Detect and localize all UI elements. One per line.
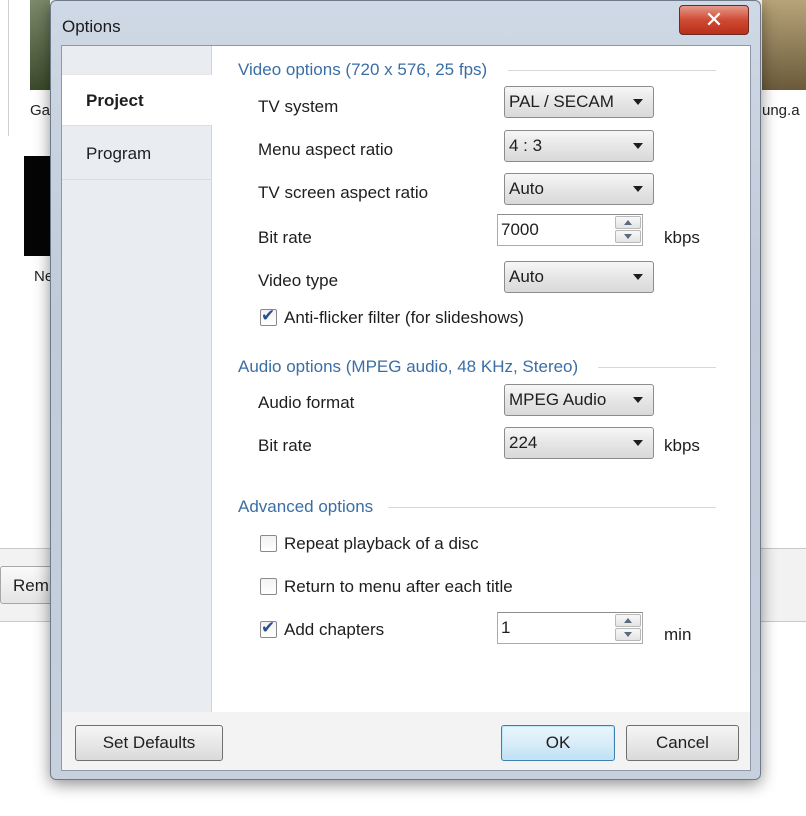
chapter-interval-unit: min (664, 625, 692, 644)
arrow-down-icon (624, 632, 632, 637)
options-sidebar: Project Program (62, 46, 212, 712)
repeat-playback-checkbox[interactable] (260, 535, 277, 552)
tv-system-value: PAL / SECAM (509, 92, 614, 111)
chevron-down-icon (633, 440, 643, 446)
chapter-interval-value: 1 (501, 618, 511, 637)
tv-system-dropdown[interactable]: PAL / SECAM (504, 86, 654, 118)
tv-screen-aspect-value: Auto (509, 179, 544, 198)
sidebar-item-label: Program (86, 144, 152, 163)
video-bitrate-spinner[interactable]: 7000 (497, 214, 643, 246)
video-type-dropdown[interactable]: Auto (504, 261, 654, 293)
advanced-section-title: Advanced options (238, 497, 374, 516)
checkmark-icon: ✔ (261, 618, 276, 637)
menu-aspect-label: Menu aspect ratio (258, 140, 394, 159)
tv-screen-aspect-dropdown[interactable]: Auto (504, 173, 654, 205)
add-chapters-label: Add chapters (284, 620, 385, 639)
thumbnail-image (762, 0, 806, 90)
audio-format-value: MPEG Audio (509, 390, 607, 409)
audio-format-label: Audio format (258, 393, 355, 412)
sidebar-item-project[interactable]: Project (62, 74, 212, 126)
section-divider (508, 70, 716, 71)
sidebar-divider (62, 179, 212, 180)
menu-aspect-value: 4 : 3 (509, 136, 543, 155)
sidebar-item-program[interactable]: Program (62, 128, 212, 180)
repeat-playback-label: Repeat playback of a disc (284, 534, 479, 553)
audio-format-dropdown[interactable]: MPEG Audio (504, 384, 654, 416)
video-section-title: Video options (720 x 576, 25 fps) (238, 60, 488, 79)
chevron-down-icon (633, 397, 643, 403)
tv-system-label: TV system (258, 97, 339, 116)
chevron-down-icon (633, 143, 643, 149)
options-content: Video options (720 x 576, 25 fps) TV sys… (212, 46, 750, 712)
arrow-up-icon (624, 618, 632, 623)
audio-section-title: Audio options (MPEG audio, 48 KHz, Stere… (238, 357, 579, 376)
video-type-label: Video type (258, 271, 339, 290)
arrow-down-icon (624, 234, 632, 239)
audio-bitrate-value: 224 (509, 433, 538, 452)
chevron-down-icon (633, 99, 643, 105)
ok-button[interactable]: OK (501, 725, 615, 761)
decrement-button[interactable] (615, 628, 641, 641)
thumbnail-label: Ga (30, 102, 51, 119)
audio-bitrate-dropdown[interactable]: 224 (504, 427, 654, 459)
section-divider (598, 367, 716, 368)
thumbnail-label: ung.a (762, 102, 800, 119)
anti-flicker-checkbox[interactable]: ✔ (260, 306, 277, 326)
chevron-down-icon (633, 274, 643, 280)
checkmark-icon: ✔ (261, 306, 276, 325)
dialog-title: Options (62, 17, 121, 36)
dialog-client-area: Project Program Video options (720 x 576… (61, 45, 751, 771)
anti-flicker-label: Anti-flicker filter (for slideshows) (284, 308, 524, 327)
tv-screen-aspect-label: TV screen aspect ratio (258, 183, 429, 202)
increment-button[interactable] (615, 216, 641, 229)
sidebar-item-label: Project (86, 91, 144, 110)
section-divider (388, 507, 716, 508)
options-dialog: Options ✕ Project Program Video options … (50, 0, 761, 780)
video-bitrate-label: Bit rate (258, 228, 312, 247)
close-button[interactable]: ✕ (679, 5, 749, 35)
cancel-button[interactable]: Cancel (626, 725, 739, 761)
increment-button[interactable] (615, 614, 641, 627)
add-chapters-checkbox[interactable]: ✔ (260, 618, 277, 638)
thumbnail-image (30, 0, 50, 90)
close-icon: ✕ (704, 7, 724, 32)
set-defaults-button[interactable]: Set Defaults (75, 725, 223, 761)
return-to-menu-checkbox[interactable] (260, 578, 277, 595)
menu-aspect-dropdown[interactable]: 4 : 3 (504, 130, 654, 162)
background-divider (8, 0, 9, 136)
decrement-button[interactable] (615, 230, 641, 243)
video-type-value: Auto (509, 267, 544, 286)
video-bitrate-value: 7000 (501, 220, 539, 239)
video-bitrate-unit: kbps (664, 228, 700, 247)
chapter-interval-spinner[interactable]: 1 (497, 612, 643, 644)
return-to-menu-label: Return to menu after each title (284, 577, 513, 596)
title-bar[interactable]: Options ✕ (51, 1, 760, 51)
arrow-up-icon (624, 220, 632, 225)
chevron-down-icon (633, 186, 643, 192)
audio-bitrate-unit: kbps (664, 436, 700, 455)
audio-bitrate-label: Bit rate (258, 436, 312, 455)
